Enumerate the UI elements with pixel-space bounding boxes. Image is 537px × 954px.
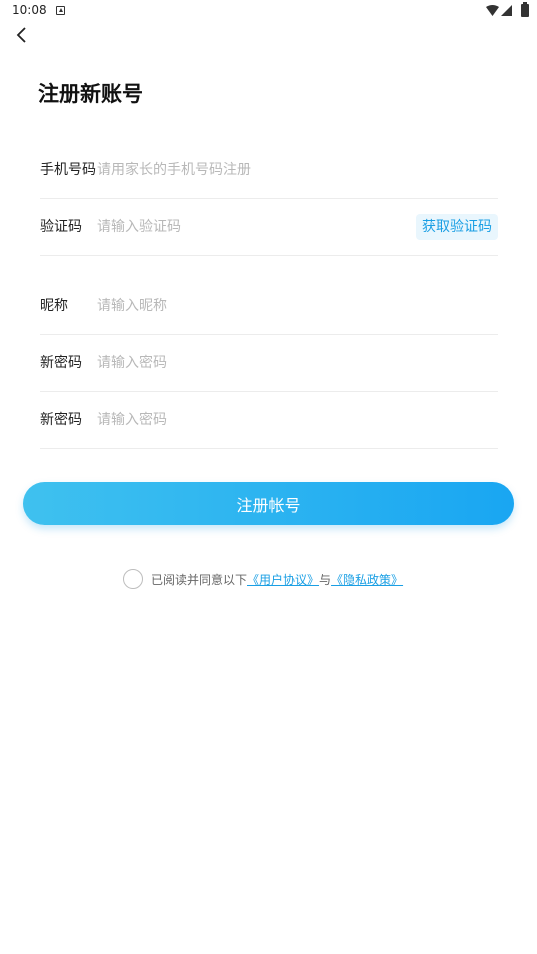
- privacy-policy-link[interactable]: 《隐私政策》: [331, 571, 403, 588]
- agreement-prefix: 已阅读并同意以下: [151, 572, 248, 587]
- nickname-input[interactable]: [97, 292, 397, 320]
- get-code-button[interactable]: 获取验证码: [416, 214, 498, 240]
- phone-input[interactable]: [97, 156, 397, 184]
- agree-checkbox[interactable]: [123, 569, 143, 589]
- code-field-row: 验证码 获取验证码: [40, 199, 498, 256]
- code-input[interactable]: [97, 213, 347, 241]
- code-label: 验证码: [40, 219, 82, 235]
- battery-icon: [521, 2, 529, 17]
- agreement-connector: 与: [319, 572, 332, 587]
- password-label: 新密码: [40, 355, 82, 371]
- status-bar: 10:08: [0, 0, 537, 22]
- signal-icon: [501, 5, 512, 16]
- password-confirm-label: 新密码: [40, 412, 82, 428]
- back-button[interactable]: [10, 24, 32, 46]
- user-agreement-link[interactable]: 《用户协议》: [247, 571, 319, 588]
- notification-icon: [56, 6, 65, 15]
- nickname-field-row: 昵称: [40, 278, 498, 335]
- page-title: 注册新账号: [38, 82, 143, 106]
- agreement-row: 已阅读并同意以下 《用户协议》 与 《隐私政策》: [123, 569, 403, 589]
- phone-label: 手机号码: [40, 162, 96, 178]
- password-confirm-input[interactable]: [97, 406, 397, 434]
- password-input[interactable]: [97, 349, 397, 377]
- password-field-row: 新密码: [40, 335, 498, 392]
- nickname-label: 昵称: [40, 298, 68, 314]
- phone-field-row: 手机号码: [40, 142, 498, 199]
- password-confirm-field-row: 新密码: [40, 392, 498, 449]
- status-time: 10:08: [12, 3, 47, 17]
- chevron-left-icon: [16, 27, 26, 43]
- wifi-icon: [486, 5, 499, 16]
- register-button[interactable]: 注册帐号: [23, 482, 514, 525]
